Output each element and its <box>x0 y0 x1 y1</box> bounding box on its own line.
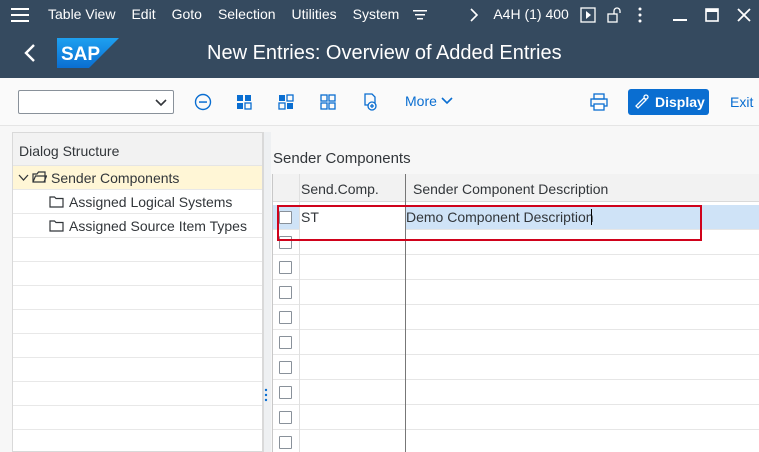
folder-icon <box>49 196 64 208</box>
chevron-down-icon[interactable] <box>18 173 29 183</box>
folder-open-icon <box>32 171 47 183</box>
menu-bar: Table View Edit Goto Selection Utilities… <box>0 0 759 29</box>
menu-edit[interactable]: Edit <box>123 0 163 29</box>
annotation-highlight-box <box>277 205 702 241</box>
row-select-checkbox[interactable] <box>279 336 292 349</box>
table-title: Sender Components <box>273 150 411 167</box>
menu-table-view[interactable]: Table View <box>40 0 123 29</box>
tree-empty-row <box>13 358 262 382</box>
row-select-checkbox[interactable] <box>279 436 292 449</box>
tree-item-label: Assigned Source Item Types <box>69 218 247 234</box>
table-row[interactable] <box>273 355 759 380</box>
row-select-checkbox[interactable] <box>279 361 292 374</box>
sap-logo: SAP <box>57 38 119 68</box>
row-select-checkbox[interactable] <box>279 261 292 274</box>
table-row[interactable] <box>273 405 759 430</box>
splitter-grip-icon[interactable] <box>264 388 268 402</box>
title-bar: SAP New Entries: Overview of Added Entri… <box>0 29 759 78</box>
display-label: Display <box>655 94 705 110</box>
tree-empty-row <box>13 286 262 310</box>
menu-system[interactable]: System <box>345 0 408 29</box>
column-header-send-comp[interactable]: Send.Comp. <box>301 181 379 197</box>
command-field[interactable] <box>18 90 174 114</box>
tree-item-sender-components[interactable]: Sender Components <box>13 166 262 190</box>
minimize-icon[interactable] <box>667 0 693 29</box>
system-name: A4H (1) 400 <box>493 6 569 22</box>
menu-selection[interactable]: Selection <box>210 0 284 29</box>
exit-button[interactable]: Exit <box>730 94 753 110</box>
tree-item-assigned-source-item-types[interactable]: Assigned Source Item Types <box>13 214 262 238</box>
table-row[interactable] <box>273 255 759 280</box>
column-header-description[interactable]: Sender Component Description <box>413 181 608 197</box>
select-all-icon[interactable] <box>233 91 255 113</box>
table-row[interactable] <box>273 305 759 330</box>
display-button[interactable]: Display <box>628 89 709 115</box>
content-area: Dialog Structure Sender Components Assig… <box>0 126 759 452</box>
row-select-checkbox[interactable] <box>279 311 292 324</box>
row-select-checkbox[interactable] <box>279 386 292 399</box>
hamburger-menu-icon[interactable] <box>0 0 40 29</box>
page-title: New Entries: Overview of Added Entries <box>207 42 562 64</box>
select-block-icon[interactable] <box>275 91 297 113</box>
more-vertical-icon[interactable] <box>627 0 653 29</box>
folder-icon <box>49 220 64 232</box>
menu-utilities[interactable]: Utilities <box>284 0 345 29</box>
panel-splitter[interactable] <box>263 132 271 452</box>
table-row[interactable] <box>273 380 759 405</box>
row-select-checkbox[interactable] <box>279 286 292 299</box>
table-row[interactable] <box>273 280 759 305</box>
row-select-checkbox[interactable] <box>279 411 292 424</box>
dialog-structure-header: Dialog Structure <box>13 133 262 166</box>
more-label: More <box>405 93 437 109</box>
tree-item-assigned-logical-systems[interactable]: Assigned Logical Systems <box>13 190 262 214</box>
display-glasses-icon <box>635 94 649 109</box>
close-icon[interactable] <box>731 0 757 29</box>
tree-empty-row <box>13 382 262 406</box>
chevron-down-icon <box>441 97 453 105</box>
tree-empty-row <box>13 334 262 358</box>
chevron-down-icon[interactable] <box>153 94 169 110</box>
back-arrow-icon[interactable] <box>20 41 42 65</box>
tree-empty-row <box>13 310 262 334</box>
copy-as-icon[interactable] <box>359 91 381 113</box>
overflow-menu-icon[interactable] <box>407 0 433 29</box>
tree-empty-row <box>13 262 262 286</box>
unlock-icon[interactable] <box>601 0 627 29</box>
table-row[interactable] <box>273 330 759 355</box>
application-toolbar: More Display Exit <box>0 78 759 126</box>
tree-item-label: Assigned Logical Systems <box>69 194 233 210</box>
more-menu-button[interactable]: More <box>405 93 453 109</box>
print-icon[interactable] <box>588 91 610 113</box>
dialog-structure-panel: Dialog Structure Sender Components Assig… <box>12 132 263 452</box>
table-row[interactable] <box>273 430 759 452</box>
tree-item-label: Sender Components <box>51 170 180 186</box>
delete-icon[interactable] <box>192 91 214 113</box>
chevron-right-icon[interactable] <box>461 0 487 29</box>
table-header: Send.Comp. Sender Component Description <box>273 174 759 202</box>
play-icon[interactable] <box>575 0 601 29</box>
deselect-all-icon[interactable] <box>317 91 339 113</box>
menu-goto[interactable]: Goto <box>164 0 210 29</box>
maximize-icon[interactable] <box>699 0 725 29</box>
svg-text:SAP: SAP <box>61 44 100 65</box>
tree-empty-row <box>13 406 262 430</box>
tree-empty-row <box>13 238 262 262</box>
